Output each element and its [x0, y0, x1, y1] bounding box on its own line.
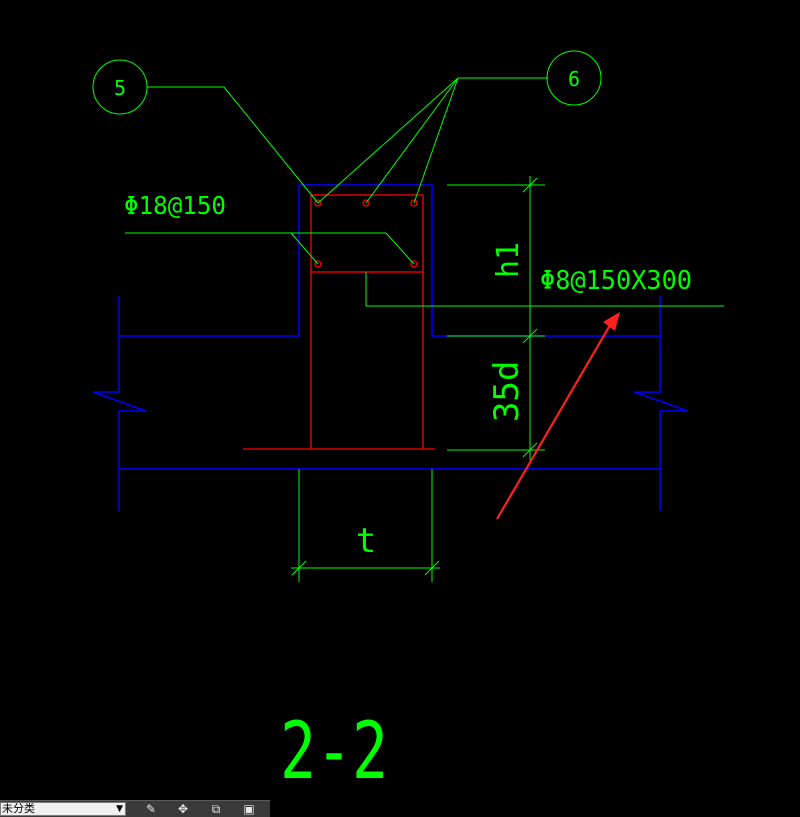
chevron-down-icon: ▼: [116, 804, 123, 814]
callout-6-label: 6: [568, 67, 580, 91]
h1-dimension-label: h1: [491, 242, 526, 278]
move-icon[interactable]: ✥: [174, 802, 192, 816]
cad-drawing: 5 6 Φ18@150 Φ8@150X300 h1 35d t 2-2: [92, 50, 724, 797]
edit-icon[interactable]: ✎: [142, 802, 160, 816]
bottom-toolbar: 未分类 ▼ ✎ ✥ ⧉ ▣: [0, 800, 270, 817]
wall-outline: [92, 184, 689, 511]
callout-5-label: 5: [114, 76, 126, 100]
top-bar-label: Φ18@150: [124, 191, 226, 220]
thickness-dimension-label: t: [356, 521, 376, 561]
copy-icon[interactable]: ⧉: [207, 802, 225, 816]
annotation-lines: [125, 77, 724, 582]
anchorage-dimension-label: 35d: [487, 361, 527, 422]
callout-6-bubble: 6: [546, 50, 602, 106]
section-title: 2-2: [280, 707, 388, 797]
paste-icon[interactable]: ▣: [240, 802, 258, 816]
stirrup-label: Φ8@150X300: [540, 266, 692, 296]
layer-select[interactable]: 未分类 ▼: [0, 802, 126, 816]
layer-select-value: 未分类: [2, 802, 35, 815]
callout-5-bubble: 5: [92, 59, 148, 115]
